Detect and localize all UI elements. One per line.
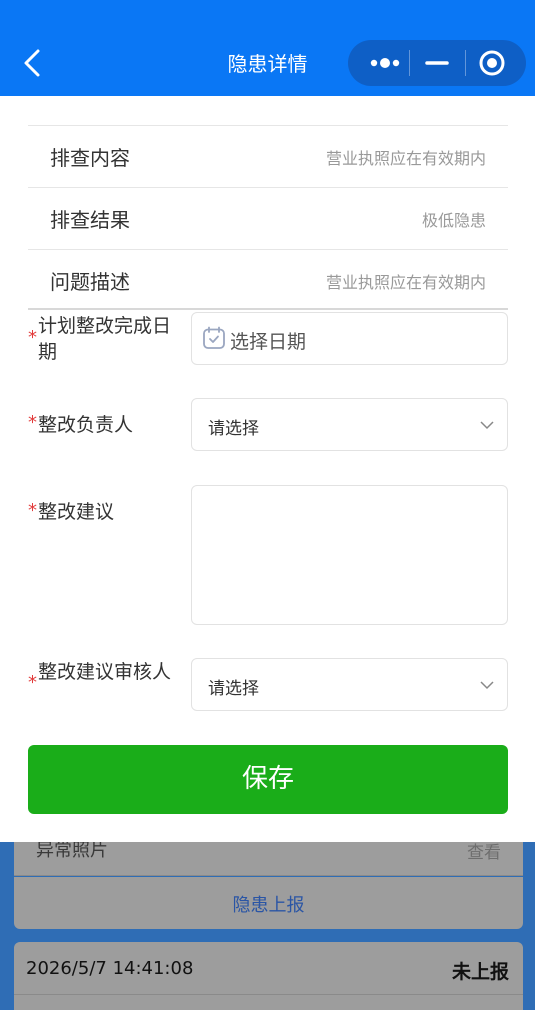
abnormal-photo-row[interactable]: 异常照片 查看 <box>14 836 523 876</box>
owner-label: 整改负责人 <box>38 414 134 436</box>
info-value: 营业执照应在有效期内 <box>325 273 486 292</box>
plan-date-label: 计划整改完成日期 <box>38 315 172 363</box>
info-label: 问题描述 <box>50 270 130 294</box>
record-time: 2026/5/7 14:41:08 <box>26 958 194 979</box>
report-hazard-label: 隐患上报 <box>232 895 305 916</box>
reviewer-label: 整改建议审核人 <box>38 661 172 683</box>
required-mark: * <box>28 672 37 693</box>
reviewer-select-value: 请选择 <box>208 679 259 699</box>
info-label: 排查内容 <box>50 146 130 170</box>
divider <box>14 994 523 995</box>
chevron-down-icon <box>479 677 495 693</box>
target-close-icon[interactable] <box>465 40 523 86</box>
plan-date-picker[interactable]: 选择日期 <box>191 312 508 365</box>
save-button[interactable]: 保存 <box>28 745 508 814</box>
info-row-check-content: 排查内容 营业执照应在有效期内 <box>28 125 508 187</box>
info-label: 排查结果 <box>50 208 130 232</box>
minimize-icon[interactable] <box>409 40 467 86</box>
navigation-bar: 隐患详情 <box>0 0 535 96</box>
report-hazard-button[interactable]: 隐患上报 <box>14 877 523 929</box>
more-dots-icon[interactable] <box>352 40 410 86</box>
reviewer-select[interactable]: 请选择 <box>191 658 508 711</box>
record-card[interactable]: 2026/5/7 14:41:08 未上报 <box>14 942 523 1010</box>
owner-select-value: 请选择 <box>208 419 259 439</box>
rectification-sheet: 排查内容 营业执照应在有效期内 排查结果 极低隐患 问题描述 营业执照应在有效期… <box>0 96 535 842</box>
divider <box>28 308 508 310</box>
info-value: 营业执照应在有效期内 <box>325 149 486 168</box>
plan-date-placeholder: 选择日期 <box>230 331 307 353</box>
info-row-check-result: 排查结果 极低隐患 <box>28 187 508 249</box>
owner-select[interactable]: 请选择 <box>191 398 508 451</box>
required-mark: * <box>28 412 37 433</box>
mini-program-capsule <box>348 40 526 86</box>
calendar-icon <box>202 326 226 350</box>
chevron-down-icon <box>479 417 495 433</box>
info-row-problem-description: 问题描述 营业执照应在有效期内 <box>28 249 508 311</box>
required-mark: * <box>28 327 37 348</box>
record-status: 未上报 <box>451 961 509 983</box>
info-value: 极低隐患 <box>421 211 486 230</box>
suggestion-textarea[interactable] <box>191 485 508 625</box>
required-mark: * <box>28 500 37 521</box>
suggestion-label: 整改建议 <box>38 501 115 523</box>
